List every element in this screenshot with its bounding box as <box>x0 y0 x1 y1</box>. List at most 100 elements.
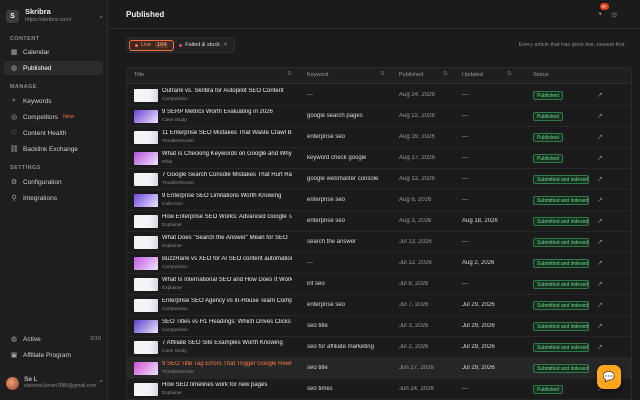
article-keyword: enterprise seo <box>307 134 346 140</box>
col-updated[interactable]: Updated <box>462 72 483 78</box>
sort-icon[interactable]: ⇅ <box>287 71 292 77</box>
table-row[interactable]: 9 SERP Metrics Worth Evaluating in 2026 … <box>127 106 631 127</box>
external-link-icon[interactable]: ↗ <box>597 175 603 183</box>
table-row[interactable]: 9 Enterprise SEO Limitations Worth Knowi… <box>127 190 631 211</box>
table-row[interactable]: SEO Titles vs H1 Headings: Which Drives … <box>127 316 631 337</box>
article-title[interactable]: How SEO timelines work for new pages <box>162 382 292 388</box>
article-thumbnail <box>134 89 158 102</box>
article-title[interactable]: 7 Google Search Console Mistakes That Hu… <box>162 172 292 178</box>
article-title[interactable]: How Enterprise SEO Works: Advanced Googl… <box>162 214 292 220</box>
external-link-icon[interactable]: ↗ <box>597 217 603 225</box>
sidebar-item-keywords[interactable]: ⌕ Keywords <box>4 94 103 108</box>
external-link-icon[interactable]: ↗ <box>597 238 603 246</box>
article-type: Collection <box>162 202 184 207</box>
article-updated-date: Aug 18, 2026 <box>462 218 498 224</box>
col-title[interactable]: Title <box>134 72 144 78</box>
article-title[interactable]: 9 SEO Title Tag Errors That Trigger Goog… <box>162 361 292 367</box>
table-row[interactable]: 11 Enterprise SEO Mistakes That Waste Cr… <box>127 127 631 148</box>
user-name: Se L <box>24 376 38 383</box>
table-row[interactable]: BuzzRank vs XEO for AI SEO content autom… <box>127 253 631 274</box>
article-updated-date: — <box>462 386 468 392</box>
article-title[interactable]: What Is International SEO and How Does I… <box>162 277 292 283</box>
article-thumbnail <box>134 110 158 123</box>
external-link-icon[interactable]: ↗ <box>597 259 603 267</box>
link-icon: ⛓ <box>9 146 19 153</box>
article-keyword: — <box>307 260 313 266</box>
col-keyword[interactable]: Keyword <box>307 72 328 78</box>
article-thumbnail <box>134 194 158 207</box>
col-published[interactable]: Published <box>399 72 423 78</box>
table-row[interactable]: What Does "Search the Answer" Mean for S… <box>127 232 631 253</box>
table-row[interactable]: What Is International SEO and How Does I… <box>127 274 631 295</box>
sidebar-item-affiliate-program[interactable]: ▣ Affiliate Program <box>4 348 103 362</box>
sidebar-item-content-health[interactable]: ♡ Content Health <box>4 126 103 140</box>
sidebar-item-published[interactable]: ◍ Published <box>4 61 103 75</box>
external-link-icon[interactable]: ↗ <box>597 322 603 330</box>
status-badge: Published <box>533 112 563 121</box>
external-link-icon[interactable]: ↗ <box>597 196 603 204</box>
article-type: Comparison <box>162 97 188 102</box>
table-row[interactable]: How SEO timelines work for new pages Exp… <box>127 379 631 400</box>
article-title[interactable]: Enterprise SEO Agency vs In-House Team C… <box>162 298 292 304</box>
sidebar-item-competitors[interactable]: ◎ Competitors New <box>4 110 103 124</box>
article-title[interactable]: Outrank vs. Skribra for Autopilot SEO Co… <box>162 88 292 94</box>
globe-icon: ◍ <box>10 336 18 343</box>
status-badge: Submitted and indexed <box>533 259 589 268</box>
external-link-icon[interactable]: ↗ <box>597 343 603 351</box>
sidebar-item-integrations[interactable]: ⚲ Integrations <box>4 191 103 205</box>
article-title[interactable]: BuzzRank vs XEO for AI SEO content autom… <box>162 256 292 262</box>
article-title[interactable]: What Is Checking Keywords on Google and … <box>162 151 292 157</box>
sort-icon[interactable]: ⇅ <box>380 71 385 77</box>
status-badge: Submitted and indexed <box>533 301 589 310</box>
sidebar-item-label: Configuration <box>23 178 62 186</box>
main-content: Published ◔ ☼ Live 164 Failed & stuck 4 … <box>109 0 640 400</box>
external-link-icon[interactable]: ↗ <box>597 112 603 120</box>
workspace-switcher[interactable]: S Skribra https://skribra.com/ ⌄ <box>6 6 104 26</box>
article-thumbnail <box>134 215 158 228</box>
article-published-date: Aug 24, 2026 <box>399 92 435 98</box>
sidebar-item-calendar[interactable]: ▦ Calendar <box>4 45 103 59</box>
chat-button[interactable]: 💬 <box>597 365 621 389</box>
status-badge: Published <box>533 154 563 163</box>
sidebar-item-backlink-exchange[interactable]: ⛓ Backlink Exchange <box>4 142 103 156</box>
new-badge: New <box>63 114 75 120</box>
article-title[interactable]: 11 Enterprise SEO Mistakes That Waste Cr… <box>162 130 292 136</box>
table-row[interactable]: Outrank vs. Skribra for Autopilot SEO Co… <box>127 85 631 106</box>
external-link-icon[interactable]: ↗ <box>597 91 603 99</box>
filter-failed-button[interactable]: Failed & stuck 4 <box>174 40 232 51</box>
table-row[interactable]: 9 SEO Title Tag Errors That Trigger Goog… <box>127 358 631 379</box>
status-badge: Published <box>533 385 563 394</box>
table-row[interactable]: 7 Google Search Console Mistakes That Hu… <box>127 169 631 190</box>
table-row[interactable]: Enterprise SEO Agency vs In-House Team C… <box>127 295 631 316</box>
filter-live-button[interactable]: Live 164 <box>129 39 175 51</box>
sidebar-item-label: Affiliate Program <box>23 351 71 359</box>
status-badge: Submitted and indexed <box>533 238 589 247</box>
external-link-icon[interactable]: ↗ <box>597 154 603 162</box>
brand-name: Skribra <box>25 7 51 16</box>
heart-icon: ♡ <box>10 130 18 137</box>
external-link-icon[interactable]: ↗ <box>597 280 603 288</box>
calendar-icon: ▦ <box>10 49 18 56</box>
sort-icon[interactable]: ⇅ <box>507 71 512 77</box>
active-sites-item[interactable]: ◍ Active 3/10 <box>4 332 103 346</box>
article-title[interactable]: 7 Affiliate SEO Site Examples Worth Know… <box>162 340 292 346</box>
article-thumbnail <box>134 236 158 249</box>
article-title[interactable]: SEO Titles vs H1 Headings: Which Drives … <box>162 319 292 325</box>
article-thumbnail <box>134 257 158 270</box>
theme-toggle-icon[interactable]: ☼ <box>609 8 620 19</box>
col-status[interactable]: Status <box>533 72 549 78</box>
table-row[interactable]: What Is Checking Keywords on Google and … <box>127 148 631 169</box>
article-title[interactable]: 9 SERP Metrics Worth Evaluating in 2026 <box>162 109 292 115</box>
article-title[interactable]: What Does "Search the Answer" Mean for S… <box>162 235 292 241</box>
table-row[interactable]: 7 Affiliate SEO Site Examples Worth Know… <box>127 337 631 358</box>
user-menu[interactable]: Se L sleinood.lenvin7885@gmail.com ⌃ <box>6 373 104 393</box>
article-updated-date: Jul 29, 2026 <box>462 323 495 329</box>
article-keyword: google webmaster console <box>307 176 379 182</box>
external-link-icon[interactable]: ↗ <box>597 133 603 141</box>
sort-icon[interactable]: ⇅ <box>443 71 448 77</box>
external-link-icon[interactable]: ↗ <box>597 301 603 309</box>
article-title[interactable]: 9 Enterprise SEO Limitations Worth Knowi… <box>162 193 292 199</box>
filter-failed-count: 4 <box>223 42 227 48</box>
table-row[interactable]: How Enterprise SEO Works: Advanced Googl… <box>127 211 631 232</box>
sidebar-item-configuration[interactable]: ⚙ Configuration <box>4 175 103 189</box>
